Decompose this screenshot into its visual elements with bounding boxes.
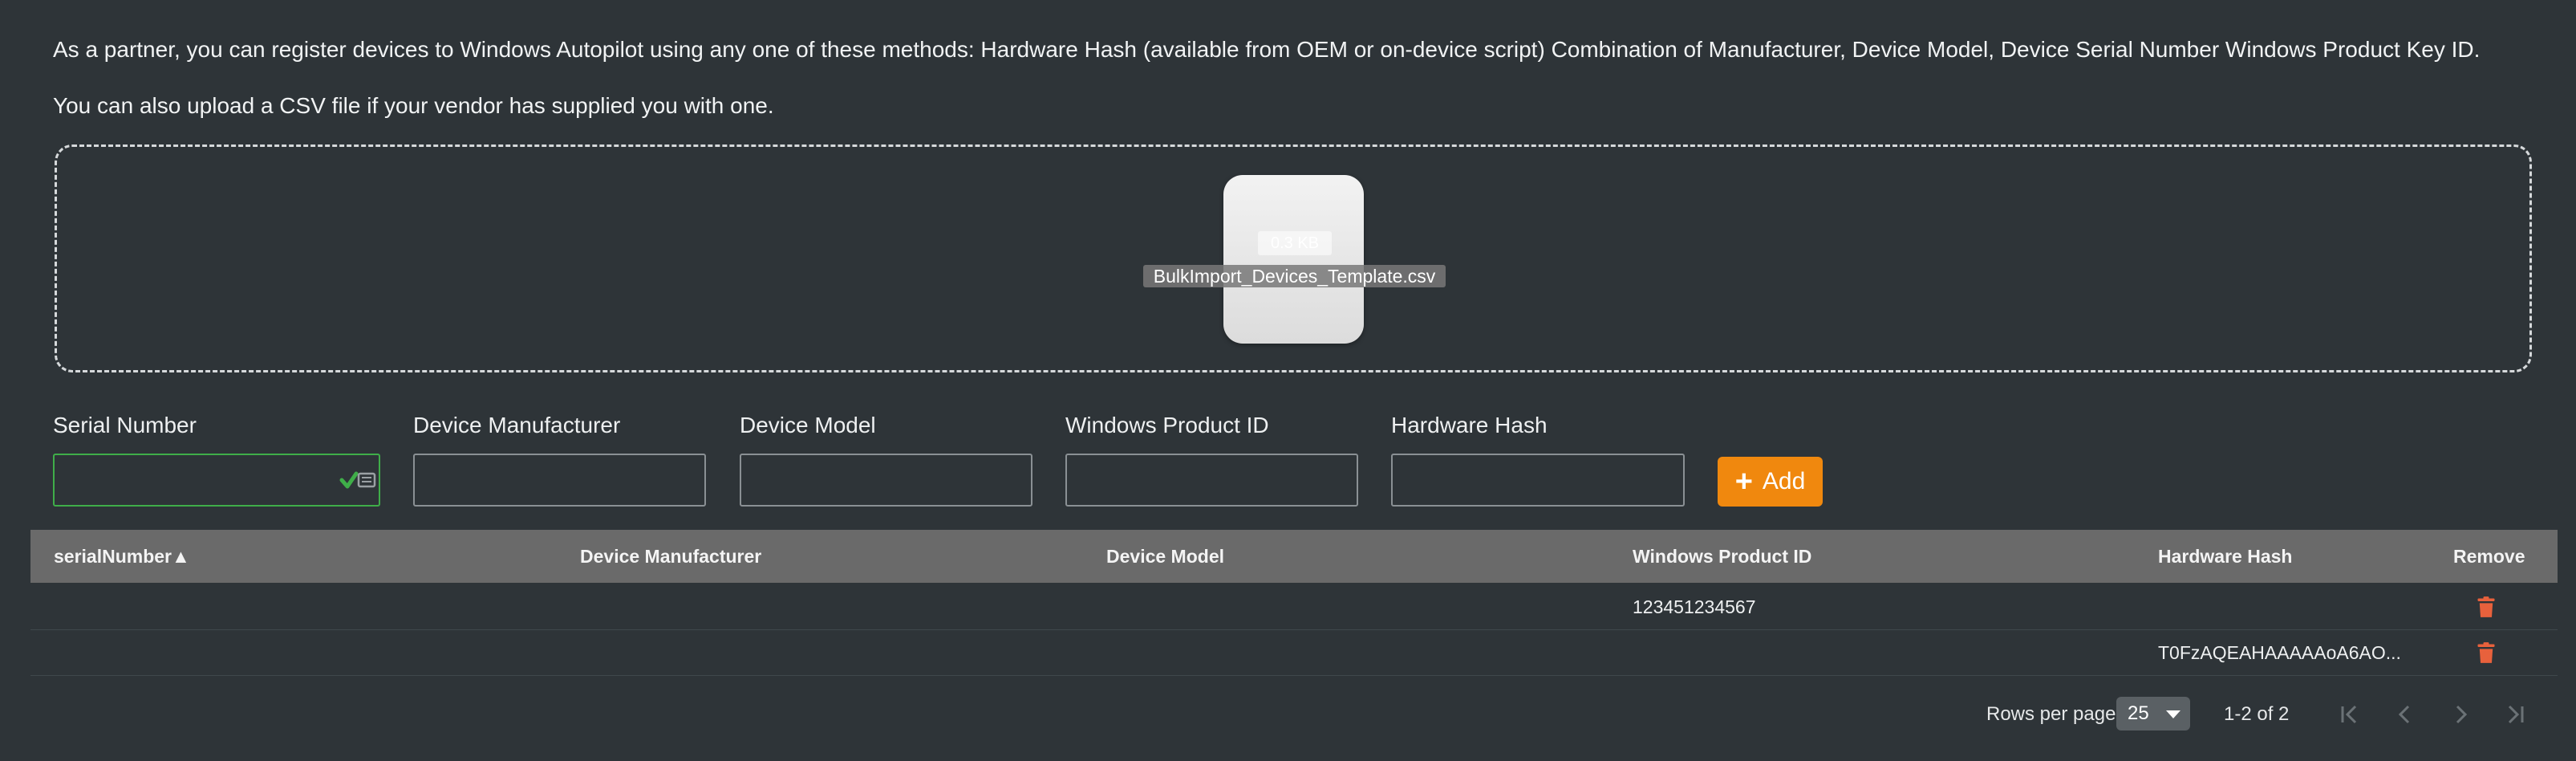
column-header-device-model[interactable]: Device Model (1106, 530, 1224, 583)
cell-hardware-hash: T0FzAQEAHAAAAAoA6AO... (2158, 642, 2401, 663)
hardware-hash-input[interactable] (1391, 454, 1685, 507)
column-header-remove: Remove (2453, 546, 2525, 567)
column-header-serial-number[interactable]: serialNumber▲ (54, 530, 190, 583)
device-manufacturer-input[interactable] (413, 454, 706, 507)
cell-windows-product-id: 123451234567 (1633, 596, 1756, 617)
uploaded-file-card[interactable] (1223, 175, 1364, 344)
next-page-icon[interactable] (2444, 697, 2479, 732)
rows-per-page-label: Rows per page: (1986, 703, 2122, 725)
intro-methods-text: As a partner, you can register devices t… (53, 37, 2481, 62)
file-name-label: BulkImport_Devices_Template.csv (1143, 265, 1446, 287)
rows-per-page-select[interactable]: 25 (2116, 697, 2190, 730)
hardware-hash-label: Hardware Hash (1391, 413, 1548, 437)
windows-product-id-label: Windows Product ID (1065, 413, 1269, 437)
file-size-label: 0.3 KB (1258, 231, 1332, 255)
intro-csv-text: You can also upload a CSV file if your v… (53, 93, 774, 118)
table-row: 123451234567 (30, 584, 2558, 630)
last-page-icon[interactable] (2498, 697, 2533, 732)
pagination-range: 1-2 of 2 (2224, 703, 2290, 725)
windows-product-id-input[interactable] (1065, 454, 1358, 507)
autopilot-device-registration: As a partner, you can register devices t… (0, 0, 2576, 761)
previous-page-icon[interactable] (2387, 697, 2422, 732)
table-row: T0FzAQEAHAAAAAoA6AO... (30, 630, 2558, 676)
plus-icon: + (1734, 465, 1753, 499)
device-manufacturer-label: Device Manufacturer (413, 413, 621, 437)
serial-number-label: Serial Number (53, 413, 197, 437)
sort-ascending-icon: ▲ (172, 546, 190, 567)
first-page-icon[interactable] (2331, 697, 2367, 732)
trash-icon[interactable] (2475, 641, 2497, 664)
device-model-label: Device Model (740, 413, 876, 437)
devices-table-header: serialNumber▲ Device Manufacturer Device… (30, 530, 2558, 583)
column-header-device-manufacturer[interactable]: Device Manufacturer (580, 530, 761, 583)
add-button-label: Add (1762, 468, 1806, 494)
rows-per-page-value: 25 (2128, 702, 2149, 724)
device-model-input[interactable] (740, 454, 1032, 507)
column-header-hardware-hash[interactable]: Hardware Hash (2158, 530, 2292, 583)
password-manager-check-icon[interactable] (339, 470, 377, 490)
chevron-down-icon (2166, 710, 2180, 718)
add-device-button[interactable]: + Add (1718, 457, 1823, 507)
column-header-windows-product-id[interactable]: Windows Product ID (1633, 530, 1811, 583)
serial-number-input[interactable] (53, 454, 380, 507)
trash-icon[interactable] (2475, 596, 2497, 618)
